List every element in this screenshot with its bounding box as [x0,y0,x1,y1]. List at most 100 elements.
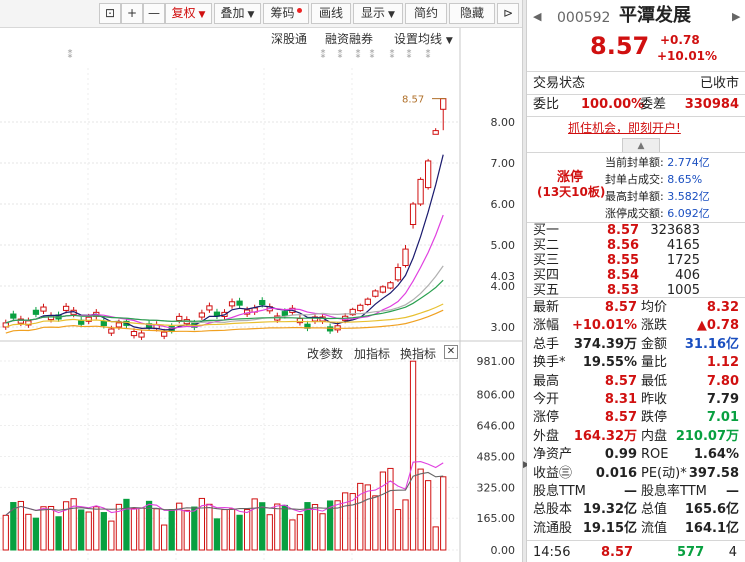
volume-bar [213,518,221,551]
quote-row: 外盘 164.32万 内盘 210.07万 [527,428,745,446]
volume-bar [206,503,213,551]
limit-value: 2.774亿 [667,156,710,169]
quote-label: 股息TTM [533,484,586,499]
reset-icon[interactable]: ⊡ [99,3,121,24]
volume-tick-label: 646.00 [477,420,516,433]
volume-bar [349,493,356,551]
chouma-button[interactable]: 筹码 [263,3,309,24]
book-volume: 323683 [650,223,700,238]
quote-label: 今开 [533,392,560,407]
book-label: 买二 [533,238,560,253]
quote-value: 31.16亿 [684,336,739,352]
volume-bar [409,360,417,551]
quote-row: 净资产 0.99 ROE 1.64% [527,446,745,464]
candle-body [198,312,206,318]
status-value: 已收市 [699,76,739,91]
volume-bar [342,492,349,551]
quote-label: 净资产 [533,447,573,463]
menu-ma-settings[interactable]: 设置均线 ▼ [394,30,453,47]
price-tick-label: 3.00 [491,321,516,334]
menu-change-params[interactable]: 改参数 [307,345,343,362]
menu-switch-indicator[interactable]: 换指标 [400,345,436,362]
candle-body [100,320,107,327]
quote-label: 内盘 [641,428,668,444]
volume-tick-label: 325.00 [477,481,516,494]
price-tick-label: 8.00 [491,116,516,129]
open-account-link[interactable]: 抓住机会，即刻开户! [568,119,681,136]
quote-value: 165.6亿 [684,502,739,518]
volume-bar [311,504,319,551]
quote-label: 均价 [641,300,668,315]
book-volume: 1005 [666,283,700,298]
quote-label: 外盘 [533,428,560,444]
close-icon[interactable]: ✕ [444,345,458,359]
quote-row: 流通股 19.15亿 流值 164.1亿 [527,520,745,538]
book-volume: 1725 [666,253,700,268]
volume-bar [168,509,175,551]
volume-bar [47,505,55,551]
book-price: 8.57 [607,223,640,238]
limit-up-streak: (13天10板) [537,185,606,199]
volume-bar [319,513,326,551]
limit-label: 最高封单额: [605,190,664,203]
price-change-pct: +10.01% [657,49,718,63]
candle-body [387,282,394,289]
menu-add-indicator[interactable]: 加指标 [354,345,390,362]
jianyue-button[interactable]: 简约 [405,3,447,24]
divider [527,540,745,541]
volume-bar [425,480,432,551]
quote-label: 股息率TTM [641,484,707,499]
quote-value: 210.07万 [675,428,739,444]
zoom-out-icon[interactable]: — [143,3,165,24]
quote-value: +10.01% [571,318,637,334]
next-icon[interactable]: ⊳ [497,3,519,24]
volume-bar [93,506,100,551]
quote-value: 19.32亿 [582,502,637,518]
next-stock-icon[interactable]: ▶ [732,8,740,26]
stock-app: ⊡ + — 复权 ▼ 叠加 ▼ 筹码 画线 显示 ▼ 简约 隐藏 ⊳ 8.00 7.00… [0,0,745,562]
chart-area[interactable]: 8.00 7.00 6.00 5.00 4.00 3.00 4.03 ⁑ ⁑ ⁑ ⁑ ⁑ ⁑ ⁑ ⁑ 8.57… [0,28,522,562]
volume-bar [32,517,40,551]
prev-stock-icon[interactable]: ◀ [533,8,541,26]
quote-row: 涨幅 +10.01% 涨跌 ▲0.78 [527,317,745,335]
kline-chart[interactable]: 8.007.006.005.004.003.004.03⁑ ⁑ ⁑ ⁑ ⁑ ⁑ ⁑ ⁑8.57… [0,28,522,562]
volume-bar [440,476,447,551]
huaxian-button[interactable]: 画线 [311,3,351,24]
event-marker-icon: ⁑ [390,48,395,61]
quote-value: 7.80 [706,373,739,389]
event-marker-icon: ⁑ [321,48,326,61]
fuquan-dropdown[interactable]: 复权 ▼ [165,3,212,24]
quote-value: 397.58 [688,465,739,481]
book-label: 买一 [533,223,560,238]
candle-body [161,331,168,337]
collapse-up-icon[interactable]: ▲ [622,138,660,152]
quote-value: 164.32万 [573,428,637,444]
book-volume: 406 [675,268,700,283]
volume-bar [25,513,32,551]
yincang-button[interactable]: 隐藏 [449,3,495,24]
candle-body [108,328,115,334]
quote-value: 8.57 [604,300,637,315]
event-marker-icon: ⁑ [356,48,361,61]
candle-body [417,178,424,205]
volume-bar [183,509,190,551]
quote-row: 最新 8.57 均价 8.32 [527,299,745,317]
weicha-value: 330984 [684,97,739,112]
quote-label: 总值 [641,502,668,518]
quote-value: 8.57 [604,410,637,426]
candle-body [425,160,432,189]
zoom-in-icon[interactable]: + [121,3,143,24]
xianshi-dropdown[interactable]: 显示 ▼ [353,3,403,24]
weibi-label: 委比 [533,97,560,112]
quote-value: 8.32 [706,300,739,315]
volume-bar [100,512,107,551]
menu-shengutong[interactable]: 深股通 [271,30,307,47]
candle-body [176,315,183,321]
order-book-row: 买四 8.54 406 [527,268,745,283]
quote-label: 最高 [533,373,560,389]
quote-label: 涨幅 [533,318,560,334]
diejia-dropdown[interactable]: 叠加 ▼ [214,3,261,24]
candle-body [115,322,123,328]
chevron-down-icon: ▼ [445,36,453,46]
menu-rongzi[interactable]: 融资融券 [325,30,373,47]
